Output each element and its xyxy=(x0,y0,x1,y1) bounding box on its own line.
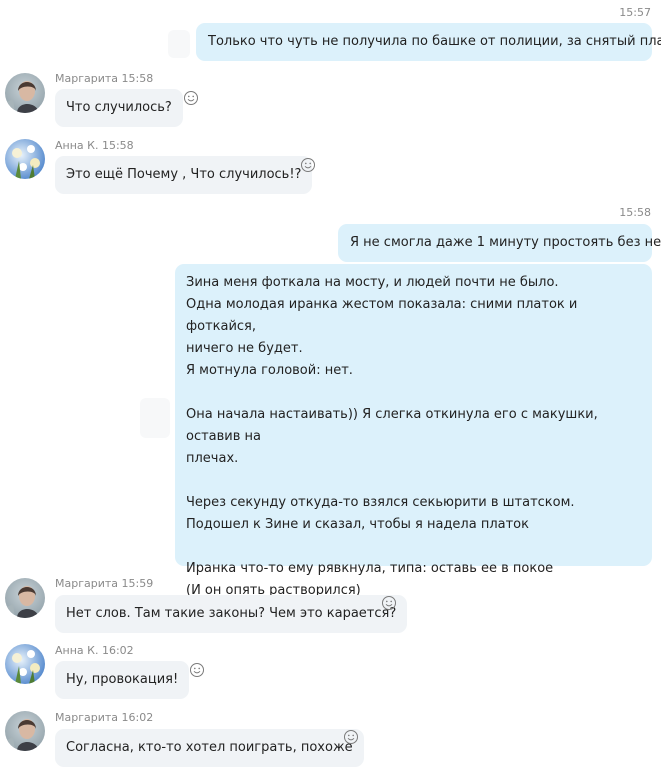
avatar-margarita xyxy=(5,73,45,113)
message-time: 16:02 xyxy=(101,644,134,657)
sender-name: Маргарита xyxy=(55,72,119,85)
incoming-message[interactable]: Это ещё Почему , Что случилось!? xyxy=(55,156,313,194)
outgoing-message[interactable]: Зина меня фоткала на мосту, и людей почт… xyxy=(175,264,652,598)
message-time: 15:58 xyxy=(121,72,154,85)
message-time: 16:02 xyxy=(121,711,154,724)
message-text: Ну, провокация! xyxy=(66,672,179,687)
smiley-face-icon[interactable] xyxy=(343,729,359,745)
message-text: Нет слов. Там такие законы? Чем это кара… xyxy=(66,606,397,621)
smiley-face-icon[interactable] xyxy=(381,595,397,611)
message-line: Иранка что-то ему рявкнула, типа: оставь… xyxy=(186,561,554,576)
avatar-anna xyxy=(5,644,45,684)
message-line: Подошел к Зине и сказал, чтобы я надела … xyxy=(186,517,529,532)
smiley-face-icon[interactable] xyxy=(183,90,199,106)
message-line: Одна молодая иранка жестом показала: сни… xyxy=(186,297,582,334)
message-line: Я мотнула головой: нет. xyxy=(186,363,353,378)
incoming-message[interactable]: Согласна, кто-то хотел поиграть, похоже xyxy=(55,729,364,767)
sender-name: Маргарита xyxy=(55,577,119,590)
smiley-face-icon[interactable] xyxy=(300,157,316,173)
message-text: Я не смогла даже 1 минуту простоять без … xyxy=(350,235,661,250)
message-time: 15:58 xyxy=(101,139,134,152)
message-time: 15:57 xyxy=(619,6,651,19)
sender-line: Маргарита 15:59 xyxy=(55,577,153,590)
avatar-anna xyxy=(5,139,45,179)
incoming-message[interactable]: Ну, провокация! xyxy=(55,661,190,699)
incoming-message[interactable]: Что случилось? xyxy=(55,89,183,127)
avatar[interactable] xyxy=(5,73,45,113)
message-shadow xyxy=(168,30,190,58)
avatar-margarita xyxy=(5,711,45,751)
message-line xyxy=(186,470,641,492)
message-line: Зина меня фоткала на мосту, и людей почт… xyxy=(186,275,559,290)
message-line xyxy=(186,536,641,558)
outgoing-message[interactable]: Только что чуть не получила по башке от … xyxy=(196,23,661,61)
outgoing-message[interactable]: Я не смогла даже 1 минуту простоять без … xyxy=(338,224,661,262)
sender-line: Маргарита 15:58 xyxy=(55,72,153,85)
message-text: Это ещё Почему , Что случилось!? xyxy=(66,167,302,182)
sender-line: Маргарита 16:02 xyxy=(55,711,153,724)
avatar[interactable] xyxy=(5,139,45,179)
message-line: Через секунду откуда-то взялся секьюрити… xyxy=(186,495,575,510)
sender-name: Анна К. xyxy=(55,139,99,152)
message-line: ничего не будет. xyxy=(186,341,303,356)
sender-name: Маргарита xyxy=(55,711,119,724)
message-line xyxy=(186,382,641,404)
message-text: Только что чуть не получила по башке от … xyxy=(208,34,661,49)
message-shadow xyxy=(140,398,170,438)
sender-line: Анна К. 16:02 xyxy=(55,644,134,657)
message-time: 15:58 xyxy=(619,206,651,219)
message-text: Согласна, кто-то хотел поиграть, похоже xyxy=(66,740,353,755)
incoming-message[interactable]: Нет слов. Там такие законы? Чем это кара… xyxy=(55,595,408,633)
message-text: Что случилось? xyxy=(66,100,172,115)
message-line: плечах. xyxy=(186,451,239,466)
avatar[interactable] xyxy=(5,578,45,618)
sender-line: Анна К. 15:58 xyxy=(55,139,134,152)
avatar-margarita xyxy=(5,578,45,618)
smiley-face-icon[interactable] xyxy=(189,662,205,678)
message-time: 15:59 xyxy=(121,577,154,590)
avatar[interactable] xyxy=(5,644,45,684)
message-line: Она начала настаивать)) Я слегка откинул… xyxy=(186,407,602,444)
sender-name: Анна К. xyxy=(55,644,99,657)
avatar[interactable] xyxy=(5,711,45,751)
